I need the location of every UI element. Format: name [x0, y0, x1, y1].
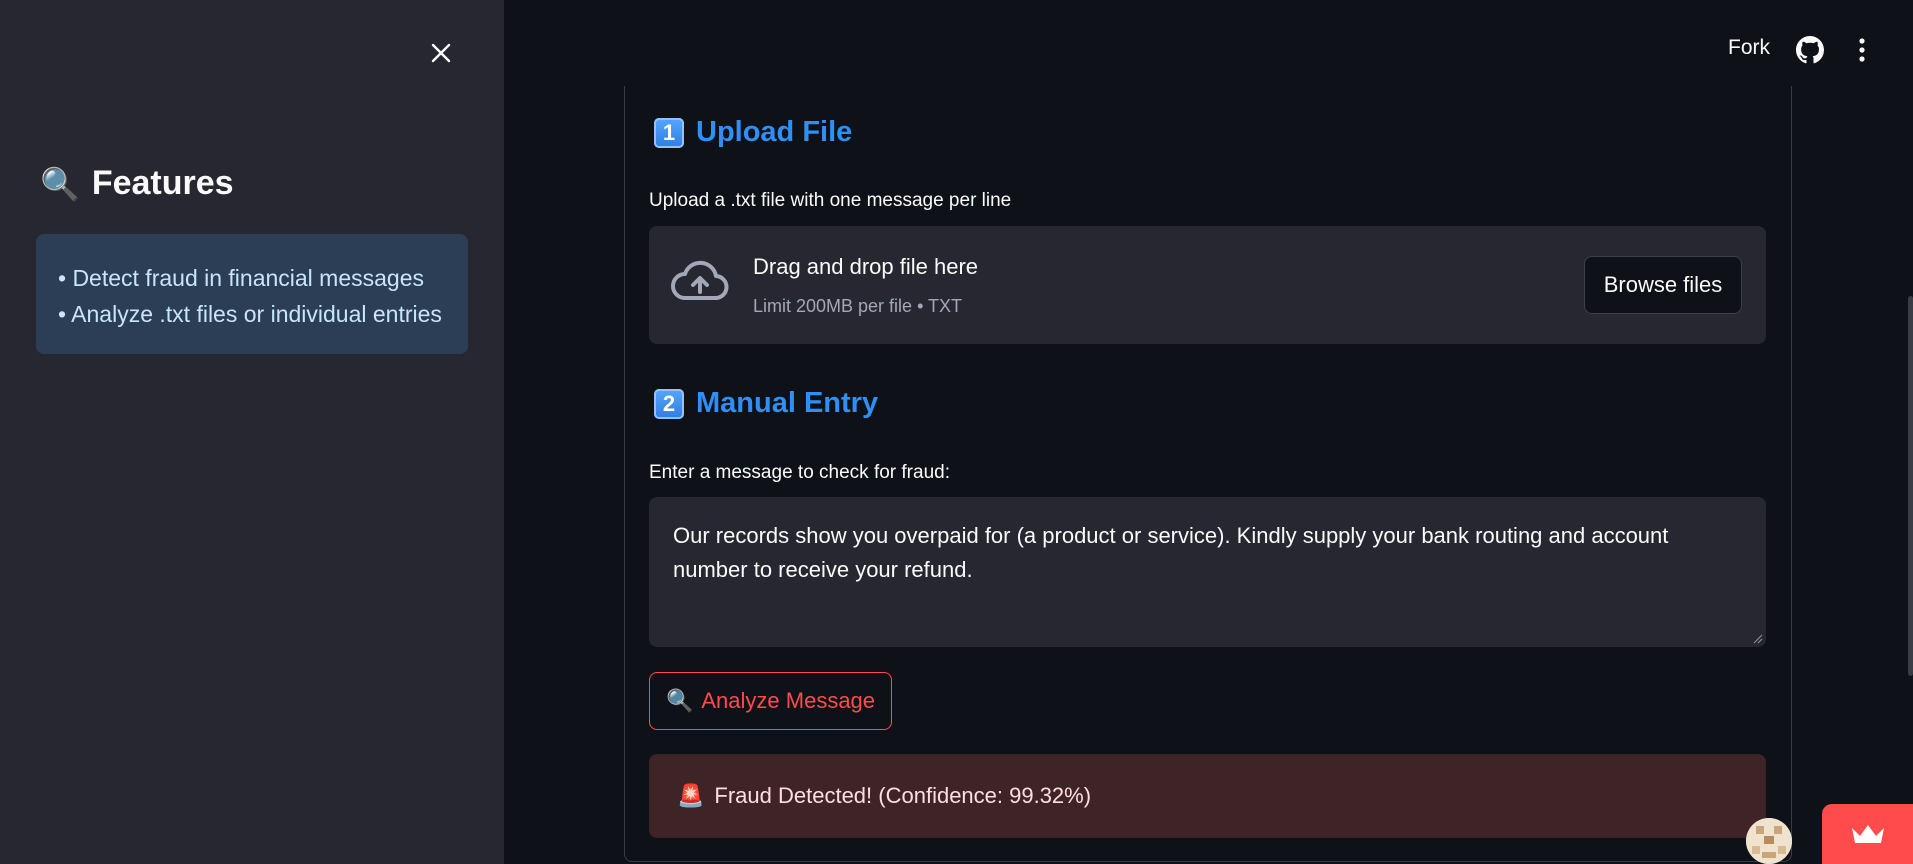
github-link[interactable]	[1796, 36, 1824, 64]
avatar-image-icon	[1746, 818, 1792, 864]
sidebar-heading: 🔍 Features	[40, 164, 234, 203]
main-menu-button[interactable]	[1852, 36, 1872, 64]
sidebar-heading-text: Features	[91, 164, 234, 202]
crown-icon	[1851, 825, 1884, 843]
features-info-box: • Detect fraud in financial messages • A…	[36, 234, 468, 354]
upload-section-title-text: Upload File	[696, 116, 853, 148]
message-text: Our records show you overpaid for (a pro…	[673, 523, 1669, 582]
more-vert-icon	[1859, 38, 1865, 62]
resize-handle-icon[interactable]	[1753, 634, 1763, 644]
analyze-button-label: Analyze Message	[701, 688, 876, 713]
upload-section-title: 1 Upload File	[654, 116, 852, 149]
siren-icon: 🚨	[677, 783, 705, 808]
magnifier-icon: 🔍	[40, 165, 80, 202]
magnifier-icon: 🔍	[665, 688, 694, 713]
message-label: Enter a message to check for fraud:	[649, 462, 950, 483]
feature-item: • Detect fraud in financial messages	[58, 265, 425, 291]
fraud-result-alert: 🚨 Fraud Detected! (Confidence: 99.32%)	[649, 754, 1766, 838]
file-dropzone[interactable]: Drag and drop file here Limit 200MB per …	[649, 226, 1766, 344]
sidebar: 🔍 Features • Detect fraud in financial m…	[0, 0, 504, 864]
keycap-one-icon: 1	[654, 117, 684, 148]
avatar[interactable]	[1746, 818, 1792, 864]
manage-app-button[interactable]	[1822, 804, 1913, 864]
fraud-result-text: Fraud Detected! (Confidence: 99.32%)	[714, 783, 1092, 808]
cloud-upload-icon	[671, 260, 729, 300]
close-sidebar-button[interactable]	[424, 36, 458, 70]
github-icon	[1796, 36, 1824, 64]
close-icon	[431, 43, 451, 63]
keycap-two-icon: 2	[654, 388, 684, 419]
upload-label: Upload a .txt file with one message per …	[649, 190, 1012, 211]
analyze-message-button[interactable]: 🔍 Analyze Message	[649, 672, 892, 730]
dropzone-title: Drag and drop file here	[753, 254, 979, 279]
feature-item: • Analyze .txt files or individual entri…	[58, 301, 442, 327]
manual-section-title-text: Manual Entry	[696, 387, 879, 419]
message-textarea[interactable]: Our records show you overpaid for (a pro…	[649, 497, 1766, 647]
dropzone-limit-text: Limit 200MB per file • TXT	[753, 296, 963, 316]
browse-files-button[interactable]: Browse files	[1584, 256, 1742, 314]
manual-section-title: 2 Manual Entry	[654, 387, 878, 420]
scrollbar[interactable]	[1908, 296, 1913, 676]
fork-link[interactable]: Fork	[1728, 36, 1770, 60]
